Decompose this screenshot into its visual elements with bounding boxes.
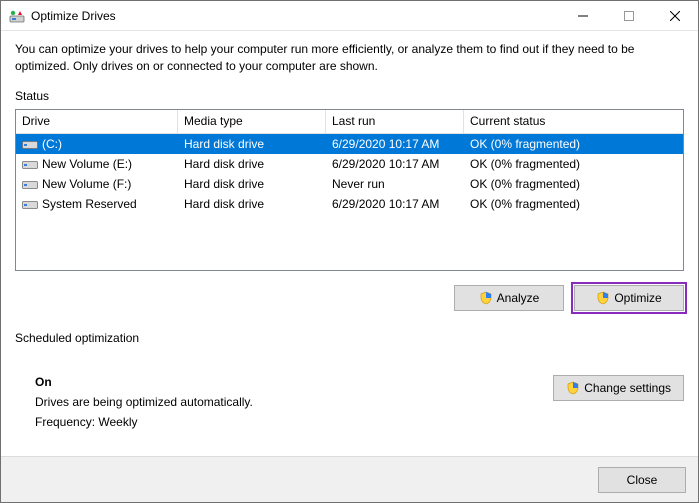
drive-name: System Reserved <box>42 197 137 211</box>
footer: Close <box>1 456 698 502</box>
drive-status: OK (0% fragmented) <box>464 194 674 214</box>
minimize-button[interactable] <box>560 1 606 31</box>
status-label: Status <box>15 89 684 103</box>
close-button[interactable] <box>652 1 698 31</box>
schedule-desc: Drives are being optimized automatically… <box>35 395 553 409</box>
drive-icon <box>22 178 38 190</box>
drive-media: Hard disk drive <box>178 154 326 174</box>
table-row[interactable]: New Volume (F:) Hard disk driveNever runO… <box>16 174 683 194</box>
optimize-button[interactable]: Optimize <box>574 285 684 311</box>
drive-name: New Volume (E:) <box>42 157 132 171</box>
schedule-on: On <box>35 375 553 389</box>
drive-status: OK (0% fragmented) <box>464 154 674 174</box>
drive-media: Hard disk drive <box>178 174 326 194</box>
analyze-label: Analyze <box>497 291 540 305</box>
shield-icon <box>566 381 580 395</box>
drive-last: 6/29/2020 10:17 AM <box>326 194 464 214</box>
drive-icon <box>22 158 38 170</box>
table-row[interactable]: System Reserved Hard disk drive6/29/2020 … <box>16 194 683 214</box>
table-row[interactable]: (C:) Hard disk drive6/29/2020 10:17 AMOK … <box>16 134 683 154</box>
table-row[interactable]: New Volume (E:) Hard disk drive6/29/2020 … <box>16 154 683 174</box>
drive-icon <box>22 138 38 150</box>
window-title: Optimize Drives <box>31 9 116 23</box>
analyze-button[interactable]: Analyze <box>454 285 564 311</box>
optimize-label: Optimize <box>614 291 661 305</box>
close-label: Close <box>627 473 658 487</box>
drives-list: Drive Media type Last run Current status… <box>15 109 684 271</box>
col-drive[interactable]: Drive <box>16 110 178 134</box>
drive-name: New Volume (F:) <box>42 177 131 191</box>
drive-last: Never run <box>326 174 464 194</box>
titlebar: Optimize Drives <box>1 1 698 31</box>
maximize-button[interactable] <box>606 1 652 31</box>
schedule-freq: Frequency: Weekly <box>35 415 553 429</box>
col-last[interactable]: Last run <box>326 110 464 134</box>
col-media[interactable]: Media type <box>178 110 326 134</box>
drive-status: OK (0% fragmented) <box>464 174 674 194</box>
drive-media: Hard disk drive <box>178 134 326 154</box>
shield-icon <box>479 291 493 305</box>
change-settings-label: Change settings <box>584 381 671 395</box>
drive-name: (C:) <box>42 137 62 151</box>
drive-last: 6/29/2020 10:17 AM <box>326 134 464 154</box>
scheduled-label: Scheduled optimization <box>15 331 684 345</box>
drive-media: Hard disk drive <box>178 194 326 214</box>
col-status[interactable]: Current status <box>464 110 683 134</box>
app-icon <box>9 8 25 24</box>
list-header[interactable]: Drive Media type Last run Current status <box>16 110 683 134</box>
drive-last: 6/29/2020 10:17 AM <box>326 154 464 174</box>
close-footer-button[interactable]: Close <box>598 467 686 493</box>
drive-status: OK (0% fragmented) <box>464 134 674 154</box>
change-settings-button[interactable]: Change settings <box>553 375 684 401</box>
shield-icon <box>596 291 610 305</box>
description-text: You can optimize your drives to help you… <box>15 41 684 75</box>
drive-icon <box>22 198 38 210</box>
